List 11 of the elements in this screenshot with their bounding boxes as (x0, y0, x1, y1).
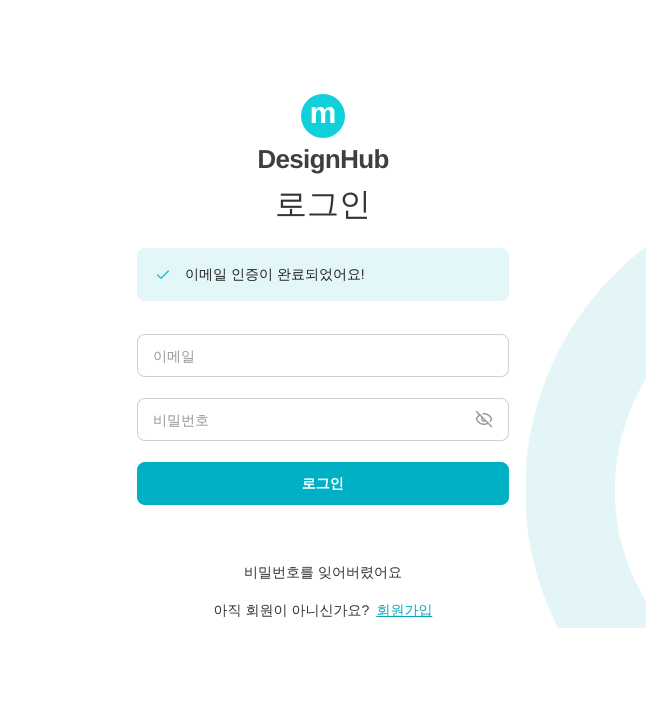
email-field[interactable]: 이메일 (137, 334, 509, 377)
page-title: 로그인 (275, 188, 371, 220)
signup-link[interactable]: 회원가입 (376, 600, 432, 621)
forgot-password-link[interactable]: 비밀번호를 잊어버렸어요 (244, 562, 402, 583)
alert-message: 이메일 인증이 완료되었어요! (185, 265, 365, 284)
signup-prompt: 아직 회원이 아니신가요? (214, 601, 370, 620)
login-button[interactable]: 로그인 (137, 462, 509, 505)
password-field[interactable]: 비밀번호 (137, 398, 509, 441)
logo-mark: m (301, 94, 345, 138)
eye-off-icon[interactable] (475, 410, 493, 428)
brand-name: DesignHub (257, 146, 389, 172)
